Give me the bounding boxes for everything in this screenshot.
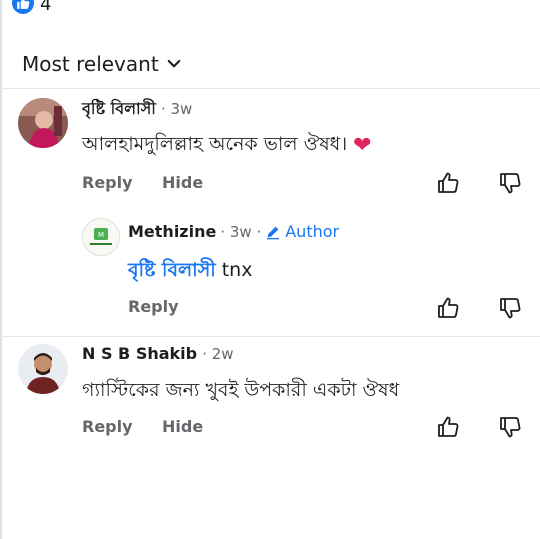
mention-link[interactable]: বৃষ্টি বিলাসী [128, 259, 216, 281]
comment-body: গ্যাস্টিকের জন্য খুবই উপকারী একটা ঔষধ [82, 379, 400, 401]
hide-button[interactable]: Hide [162, 417, 203, 436]
reaction-count[interactable]: 4 [40, 0, 51, 15]
avatar[interactable] [18, 98, 68, 148]
comment-time[interactable]: · 2w [202, 345, 233, 363]
reply-button[interactable]: Reply [82, 417, 133, 436]
avatar[interactable]: M [82, 218, 120, 256]
hide-button[interactable]: Hide [162, 173, 203, 192]
svg-text:M: M [98, 231, 104, 239]
left-border [0, 0, 2, 539]
thumbs-down-icon[interactable] [498, 415, 522, 439]
heart-emoji: ❤ [353, 133, 372, 158]
comment-time[interactable]: · 3w [161, 100, 192, 118]
chevron-down-icon [167, 59, 180, 68]
comment-text: আলহামদুলিল্লাহ অনেক ভাল ঔষধ। ❤ [82, 130, 372, 162]
comment-header: বৃষ্টি বিলাসী · 3w [82, 96, 192, 123]
sort-label: Most relevant [22, 52, 159, 76]
comment-text: গ্যাস্টিকের জন্য খুবই উপকারী একটা ঔষধ [82, 376, 399, 408]
reply-button[interactable]: Reply [82, 173, 133, 192]
comment-time[interactable]: · 3w · [220, 223, 261, 241]
divider [0, 88, 540, 89]
comment-body: tnx [215, 259, 253, 281]
comment-body: আলহামদুলিল্লাহ অনেক ভাল ঔষধ। [82, 133, 348, 155]
divider [0, 336, 540, 337]
thumbs-down-icon[interactable] [498, 171, 522, 195]
thumbs-up-icon[interactable] [436, 296, 460, 320]
thumbs-up-icon[interactable] [436, 415, 460, 439]
like-icon[interactable] [12, 0, 34, 14]
avatar[interactable] [18, 344, 68, 394]
comment-author[interactable]: N S B Shakib [82, 344, 197, 363]
comment-author[interactable]: Methizine [128, 222, 216, 241]
comment-author[interactable]: বৃষ্টি বিলাসী [82, 99, 156, 118]
thumbs-down-icon[interactable] [498, 296, 522, 320]
sort-dropdown[interactable]: Most relevant [22, 52, 183, 76]
thumbs-up-icon[interactable] [436, 171, 460, 195]
comment-header: Methizine · 3w · Author [128, 222, 339, 241]
reply-button[interactable]: Reply [128, 297, 179, 316]
author-badge: Author [285, 222, 340, 241]
pencil-icon [267, 226, 280, 239]
comment-text: বৃষ্টি বিলাসী tnx [128, 256, 252, 288]
comment-header: N S B Shakib · 2w [82, 344, 234, 363]
